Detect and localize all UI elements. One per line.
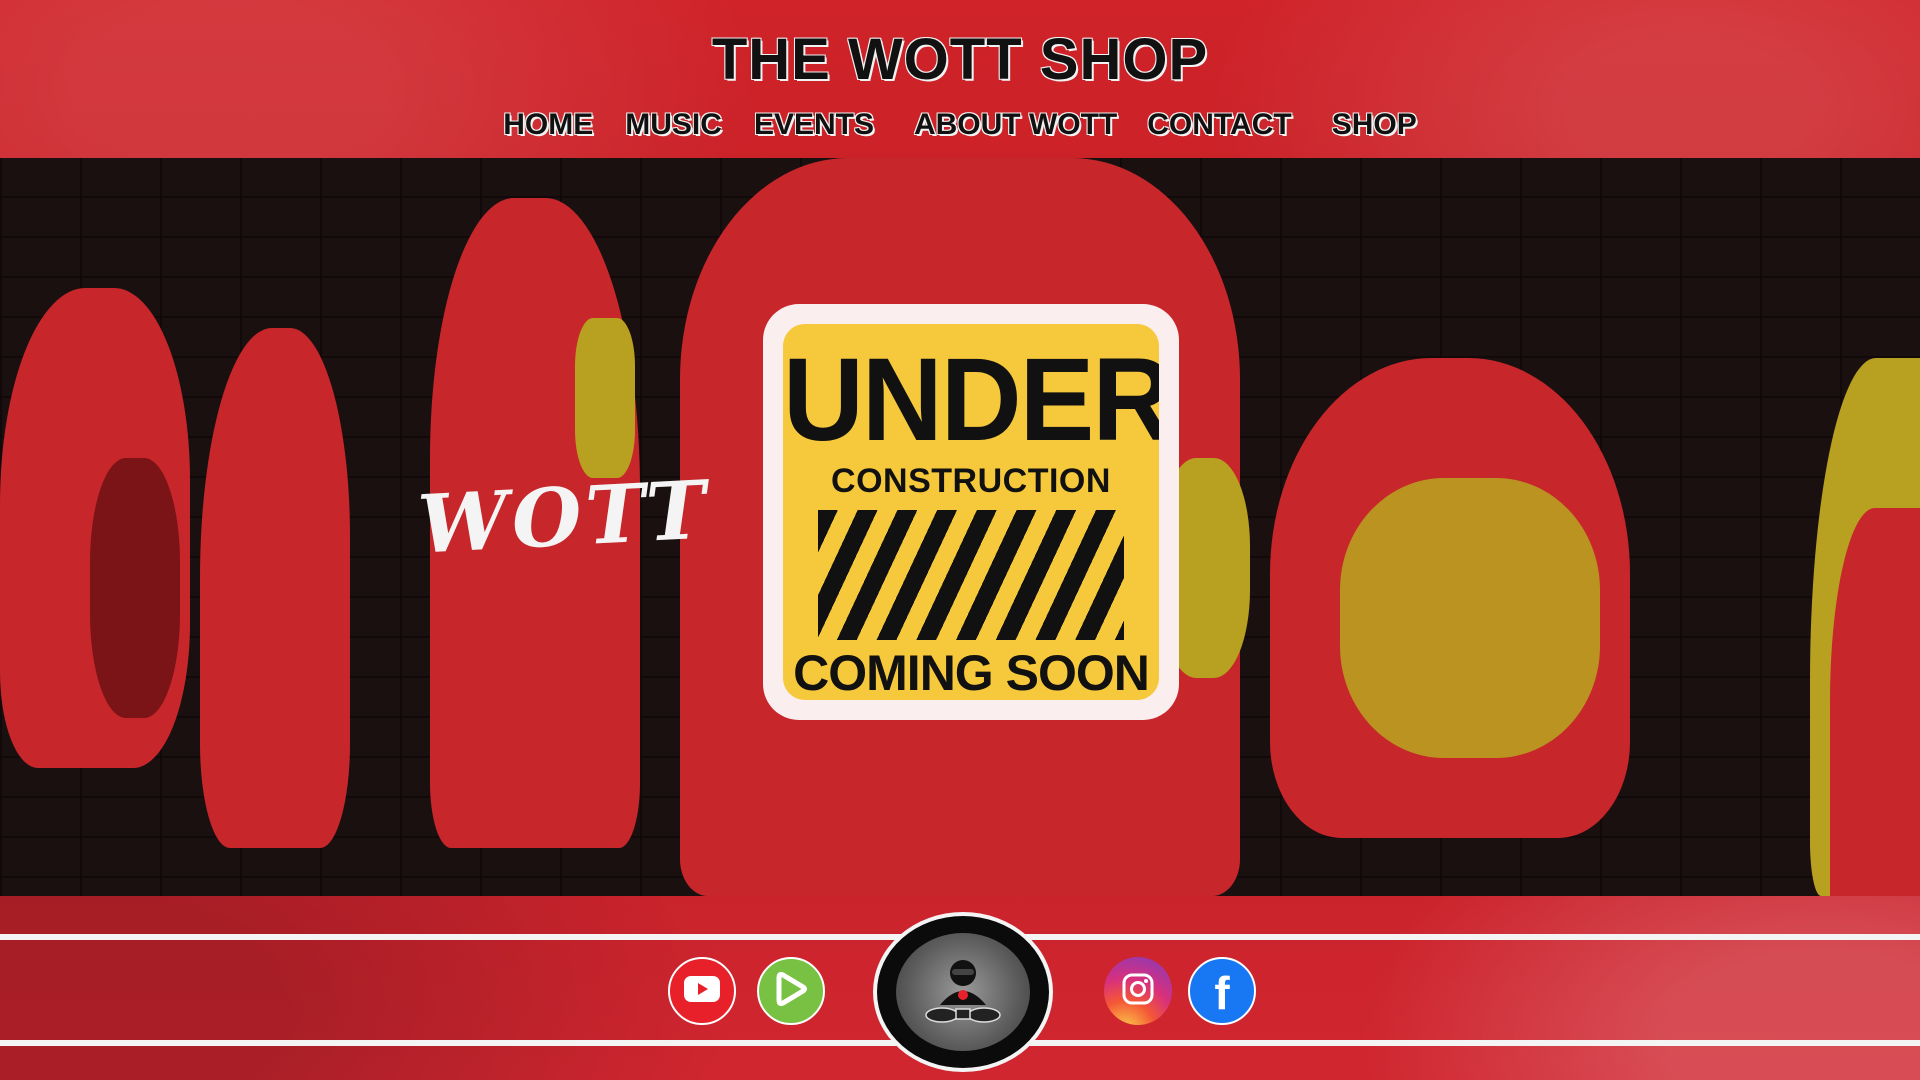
dancer-silhouette	[1340, 478, 1600, 758]
dj-logo-icon	[896, 933, 1030, 1051]
rumble-icon	[771, 969, 811, 1014]
nav-about-wott[interactable]: ABOUT WOTT	[914, 108, 1117, 142]
nav-shop[interactable]: SHOP	[1332, 108, 1417, 142]
site-title: THE WOTT SHOP	[711, 27, 1209, 92]
youtube-icon	[684, 975, 720, 1007]
rumble-link[interactable]	[757, 957, 825, 1025]
facebook-icon: f	[1214, 967, 1230, 1019]
under-construction-sign: UNDER CONSTRUCTION COMING SOON	[763, 304, 1179, 720]
nav-events[interactable]: EVENTS	[754, 108, 874, 142]
instagram-icon	[1121, 972, 1155, 1011]
site-header: THE WOTT SHOP HOME MUSIC EVENTS ABOUT WO…	[0, 0, 1920, 160]
sign-panel: UNDER CONSTRUCTION COMING SOON	[783, 324, 1159, 700]
main-nav: HOME MUSIC EVENTS ABOUT WOTT CONTACT SHO…	[0, 108, 1920, 142]
nav-contact[interactable]: CONTACT	[1147, 108, 1291, 142]
sign-under-text: UNDER	[783, 333, 1159, 466]
sign-coming-soon-text: COMING SOON	[793, 645, 1150, 700]
nav-home[interactable]: HOME	[503, 108, 593, 142]
youtube-link[interactable]	[668, 957, 736, 1025]
facebook-link[interactable]: f	[1188, 957, 1256, 1025]
nav-music[interactable]: MUSIC	[625, 108, 722, 142]
dj-logo-button[interactable]	[873, 912, 1053, 1072]
dancer-silhouette	[200, 328, 350, 848]
wott-script-text: WOTT	[415, 462, 713, 572]
dancer-silhouette	[1830, 508, 1920, 896]
instagram-link[interactable]	[1104, 957, 1172, 1025]
dancer-silhouette	[575, 318, 635, 478]
sign-construction-text: CONSTRUCTION	[831, 462, 1111, 500]
hazard-stripes	[818, 510, 1124, 640]
dancer-silhouette	[90, 458, 180, 718]
